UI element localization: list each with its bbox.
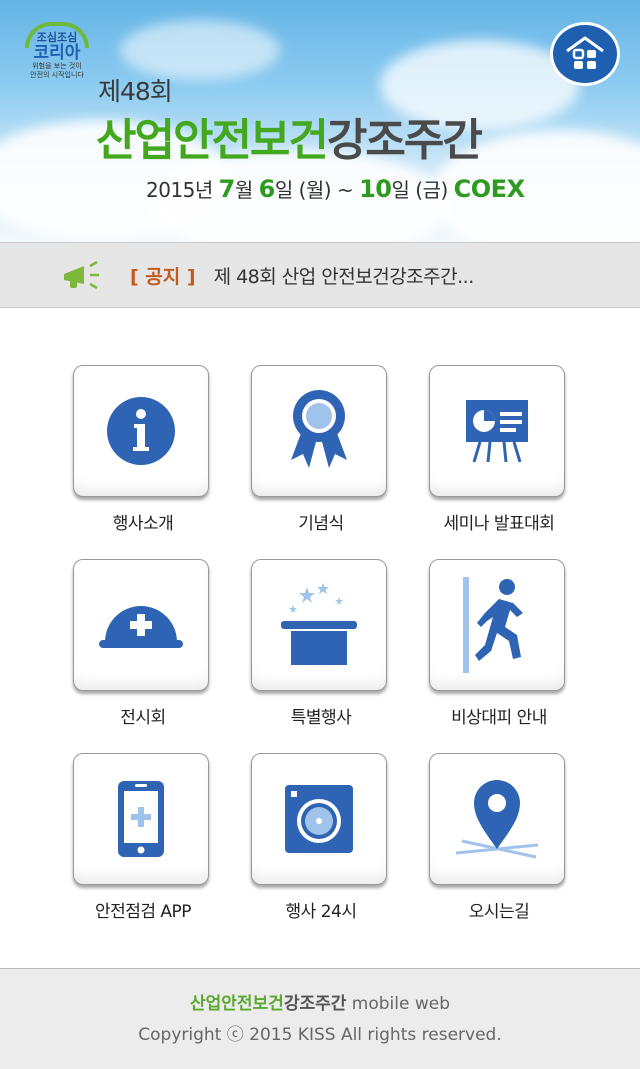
menu-label: 전시회 bbox=[120, 708, 166, 728]
menu-label: 기념식 bbox=[298, 514, 344, 534]
menu-label: 비상대피 안내 bbox=[451, 708, 547, 728]
menu-exhibition[interactable]: 전시회 bbox=[73, 559, 213, 728]
camera-icon bbox=[285, 785, 353, 853]
menu-tile[interactable] bbox=[429, 559, 565, 691]
menu-event-24h[interactable]: 행사 24시 bbox=[251, 753, 391, 922]
menu-event-intro[interactable]: 행사소개 bbox=[73, 365, 213, 534]
menu-label: 세미나 발표대회 bbox=[443, 514, 555, 534]
copyright-text: Copyright ⓒ 2015 KISS All rights reserve… bbox=[138, 1025, 502, 1045]
emergency-exit-icon bbox=[463, 577, 523, 673]
notice-text[interactable]: 제 48회 산업 안전보건강조주간... bbox=[214, 262, 475, 289]
menu-label: 행사소개 bbox=[112, 514, 174, 534]
footer-title: 산업안전보건강조주간 mobile web bbox=[189, 994, 451, 1014]
menu-label: 행사 24시 bbox=[285, 902, 357, 922]
presentation-board-icon bbox=[466, 400, 528, 463]
hard-hat-icon bbox=[99, 606, 183, 648]
smartphone-icon bbox=[118, 781, 164, 857]
notice-bar[interactable]: [ 공지 ] 제 48회 산업 안전보건강조주간... bbox=[0, 242, 640, 308]
menu-tile[interactable] bbox=[73, 753, 209, 885]
menu-tile[interactable] bbox=[429, 753, 565, 885]
menu-evacuation[interactable]: 비상대피 안내 bbox=[429, 559, 569, 728]
event-title: 산업안전보건강조주간 bbox=[96, 115, 483, 166]
header-banner: 조심조심 코리아 위험을 보는 것이 안전의 시작입니다 제48회 산업안전보건… bbox=[0, 0, 640, 242]
menu-ceremony[interactable]: 기념식 bbox=[251, 365, 391, 534]
menu-label: 안전점검 APP bbox=[94, 902, 192, 922]
menu-tile[interactable] bbox=[73, 365, 209, 497]
notice-tag: [ 공지 ] bbox=[130, 265, 196, 288]
event-dates: 2015년 7월 6일 (월) ~ 10일 (금) COEX bbox=[146, 175, 525, 203]
campaign-logo: 조심조심 코리아 위험을 보는 것이 안전의 시작입니다 bbox=[18, 22, 96, 92]
location-pin-icon bbox=[455, 780, 539, 859]
menu-directions[interactable]: 오시는길 bbox=[429, 753, 569, 922]
menu-tile[interactable] bbox=[251, 365, 387, 497]
menu-label: 오시는길 bbox=[468, 902, 530, 922]
megaphone-icon bbox=[64, 260, 99, 290]
menu-tile[interactable] bbox=[73, 559, 209, 691]
menu-special-event[interactable]: 특별행사 bbox=[251, 559, 391, 728]
menu-safety-app[interactable]: 안전점검 APP bbox=[73, 753, 213, 922]
award-ribbon-icon bbox=[291, 390, 347, 468]
info-icon bbox=[107, 397, 175, 465]
menu-label: 특별행사 bbox=[290, 708, 352, 728]
menu-tile[interactable] bbox=[251, 753, 387, 885]
event-edition: 제48회 bbox=[98, 77, 173, 106]
home-button[interactable] bbox=[550, 22, 620, 86]
magic-hat-icon bbox=[281, 583, 357, 665]
menu-tile[interactable] bbox=[251, 559, 387, 691]
footer: 산업안전보건강조주간 mobile web Copyright ⓒ 2015 K… bbox=[0, 968, 640, 1069]
menu-seminar[interactable]: 세미나 발표대회 bbox=[429, 365, 569, 534]
home-icon bbox=[566, 36, 604, 69]
menu-tile[interactable] bbox=[429, 365, 565, 497]
